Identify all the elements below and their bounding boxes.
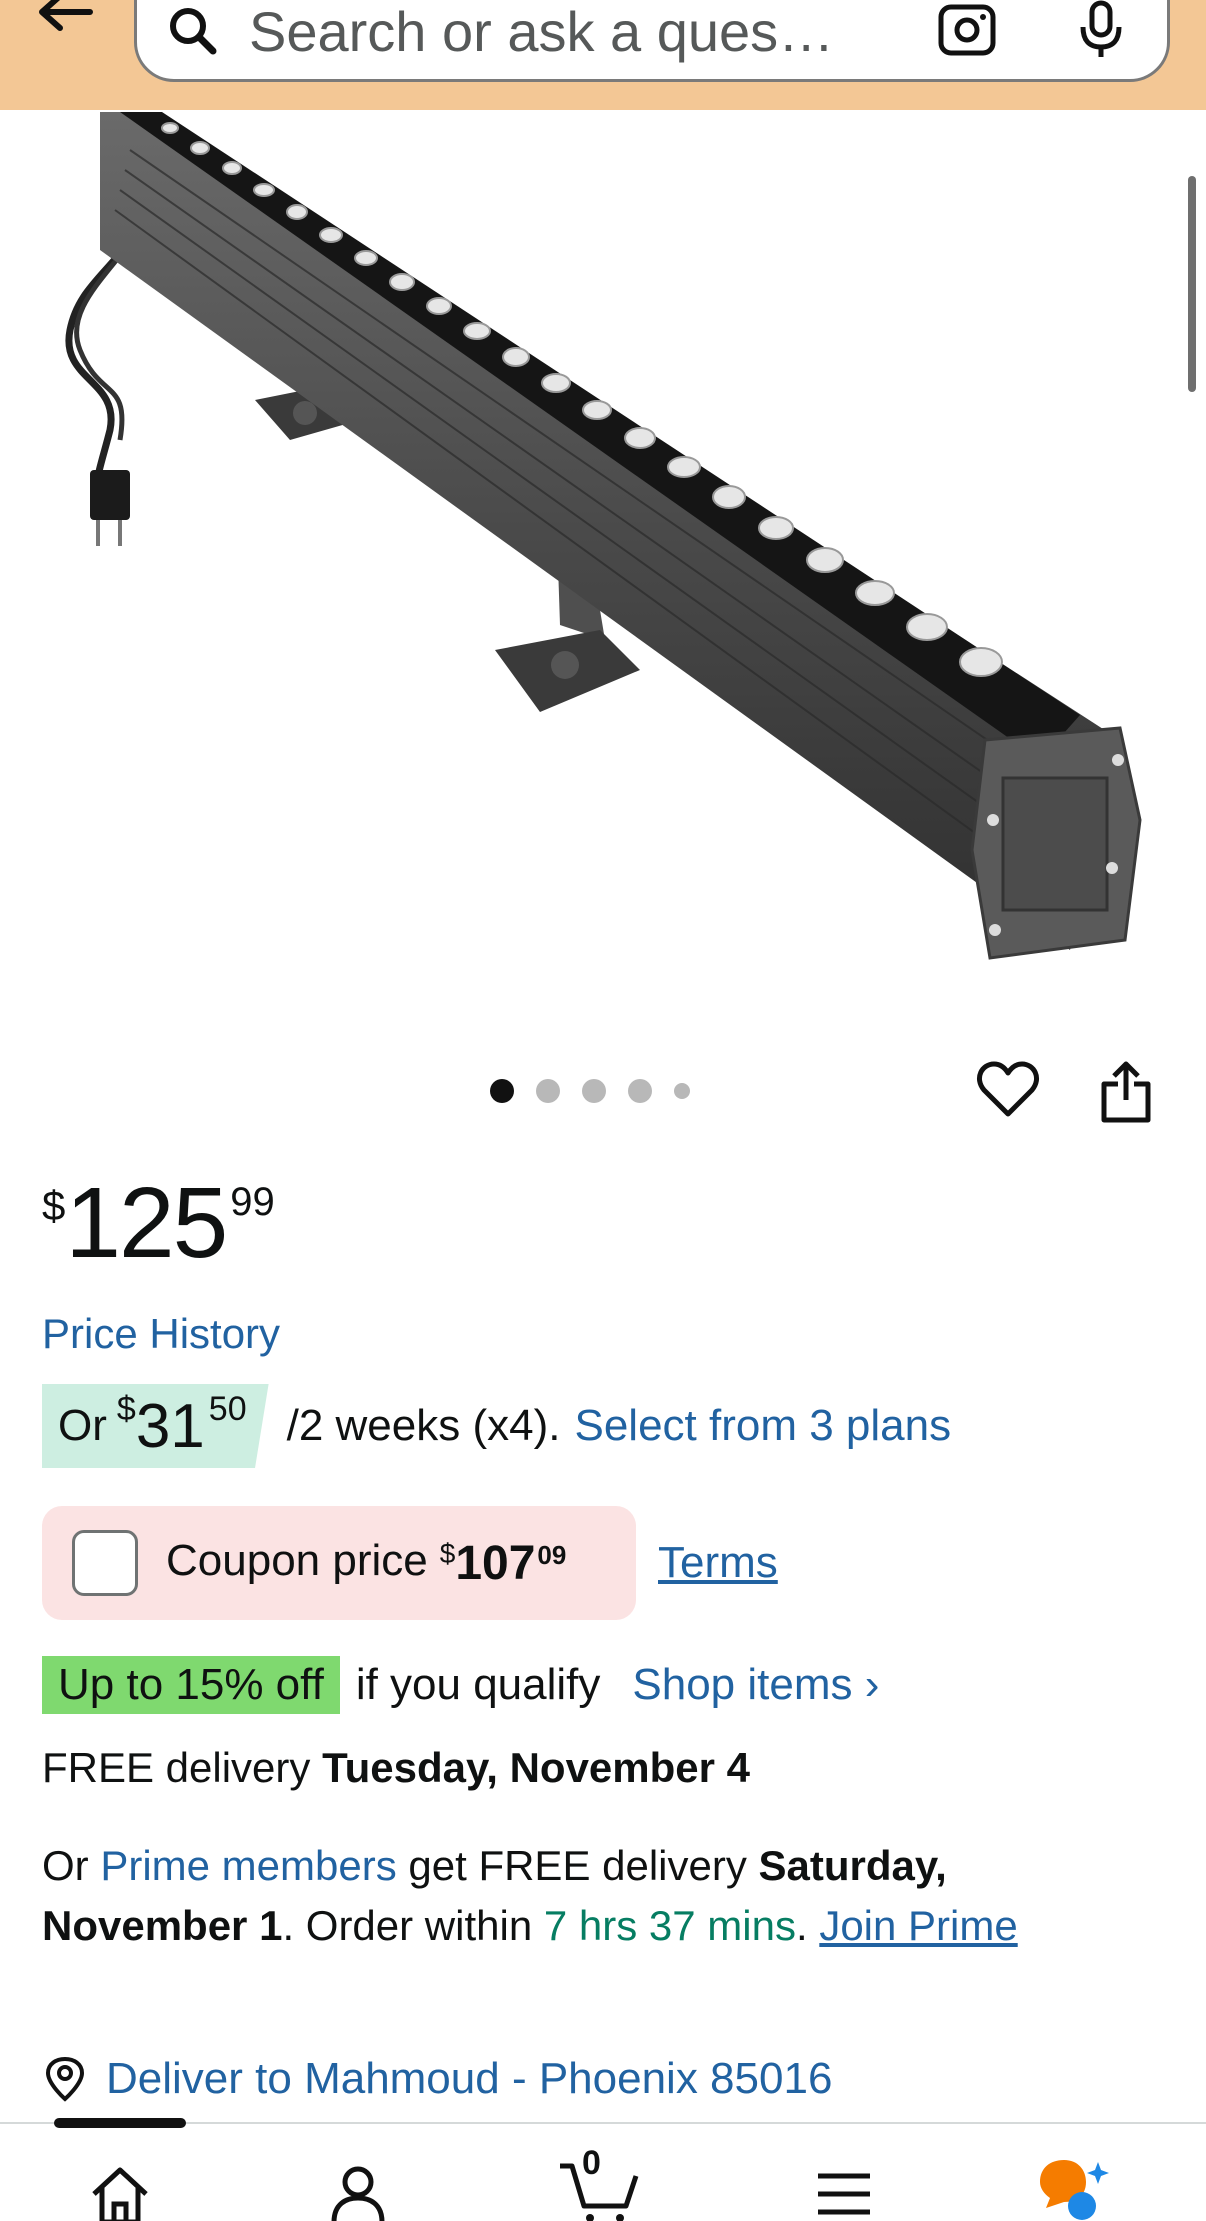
discount-row: Up to 15% off if you qualify Shop items … — [42, 1656, 879, 1714]
assistant-icon[interactable] — [1036, 2156, 1116, 2221]
coupon-currency: $ — [439, 1538, 456, 1569]
installment-prefix: Or — [58, 1401, 107, 1450]
bottom-navigation: 0 — [0, 2118, 1206, 2221]
free-delivery: FREE delivery Tuesday, November 4 — [42, 1744, 750, 1792]
discount-text: if you qualify — [355, 1660, 601, 1709]
discount-badge: Up to 15% off — [42, 1656, 340, 1714]
price-history-link[interactable]: Price History — [42, 1310, 280, 1358]
delivery-prefix: FREE delivery — [42, 1744, 311, 1791]
back-arrow-icon[interactable] — [30, 0, 100, 50]
search-icon — [170, 8, 217, 55]
installment-currency: $ — [116, 1390, 136, 1428]
shop-items-label[interactable]: Shop items — [632, 1660, 852, 1709]
carousel-dot[interactable] — [536, 1079, 560, 1103]
led-wall-washer-light-image — [65, 112, 1142, 960]
search-bar[interactable]: Search or ask a ques… — [134, 0, 1170, 82]
installment-whole: 31 — [135, 1391, 205, 1461]
menu-icon[interactable] — [814, 2170, 874, 2220]
image-carousel-dots[interactable] — [490, 1076, 690, 1106]
prime-members-link[interactable]: Prime members — [100, 1842, 396, 1889]
scrollbar[interactable] — [1188, 176, 1196, 392]
coupon-price: Coupon price $ 107 09 — [166, 1536, 566, 1591]
installment-plan: Or $ 31 50 /2 weeks (x4). Select from 3 … — [42, 1384, 951, 1468]
coupon-box[interactable]: Coupon price $ 107 09 — [42, 1506, 636, 1620]
price-currency: $ — [42, 1182, 66, 1229]
installment-fraction: 50 — [208, 1390, 247, 1428]
location-pin-icon — [45, 2056, 85, 2102]
nav-active-indicator — [54, 2118, 186, 2128]
prime-period: . — [795, 1902, 808, 1949]
product-price: $ 125 99 — [42, 1168, 275, 1278]
account-icon[interactable] — [328, 2164, 388, 2221]
coupon-terms-link[interactable]: Terms — [658, 1538, 778, 1588]
prime-delivery-message: Or Prime members get FREE delivery Satur… — [42, 1836, 1162, 1956]
cart-count: 0 — [582, 2144, 601, 2182]
prime-text: get FREE delivery — [408, 1842, 747, 1889]
price-fraction: 99 — [230, 1180, 275, 1224]
microphone-icon[interactable] — [1075, 0, 1127, 59]
installment-terms: /2 weeks (x4). — [286, 1401, 561, 1450]
prime-or: Or — [42, 1842, 89, 1889]
home-icon[interactable] — [88, 2164, 152, 2221]
camera-lens-icon[interactable] — [937, 3, 997, 57]
cart-icon — [560, 2163, 639, 2221]
delivery-date: Tuesday, November 4 — [322, 1744, 751, 1791]
share-icon[interactable] — [1098, 1060, 1154, 1124]
price-whole: 125 — [65, 1167, 228, 1279]
chevron-right-icon: › — [864, 1660, 880, 1709]
product-image[interactable] — [0, 110, 1206, 990]
coupon-checkbox[interactable] — [72, 1530, 138, 1596]
carousel-dot[interactable] — [674, 1083, 690, 1099]
coupon-label: Coupon price — [166, 1536, 428, 1585]
cart-button[interactable]: 0 — [556, 2144, 646, 2221]
header-bar: Search or ask a ques… — [0, 0, 1206, 110]
installment-highlight: Or $ 31 50 — [42, 1384, 269, 1468]
delivery-countdown: 7 hrs 37 mins — [543, 1902, 796, 1949]
carousel-dot[interactable] — [628, 1079, 652, 1103]
coupon-whole: 107 — [455, 1537, 536, 1590]
deliver-to-text[interactable]: Deliver to Mahmoud - Phoenix 85016 — [106, 2054, 832, 2104]
shop-items-link[interactable]: Shop items › — [632, 1660, 879, 1710]
carousel-dot-active[interactable] — [490, 1079, 514, 1103]
join-prime-link[interactable]: Join Prime — [819, 1902, 1017, 1949]
select-plans-link[interactable]: Select from 3 plans — [574, 1401, 951, 1451]
carousel-dot[interactable] — [582, 1079, 606, 1103]
prime-order-within: . Order within — [282, 1902, 533, 1949]
coupon-fraction: 09 — [537, 1540, 567, 1570]
heart-icon[interactable] — [976, 1058, 1040, 1122]
search-input[interactable]: Search or ask a ques… — [249, 0, 834, 64]
deliver-to-location[interactable]: Deliver to Mahmoud - Phoenix 85016 — [42, 2054, 832, 2104]
